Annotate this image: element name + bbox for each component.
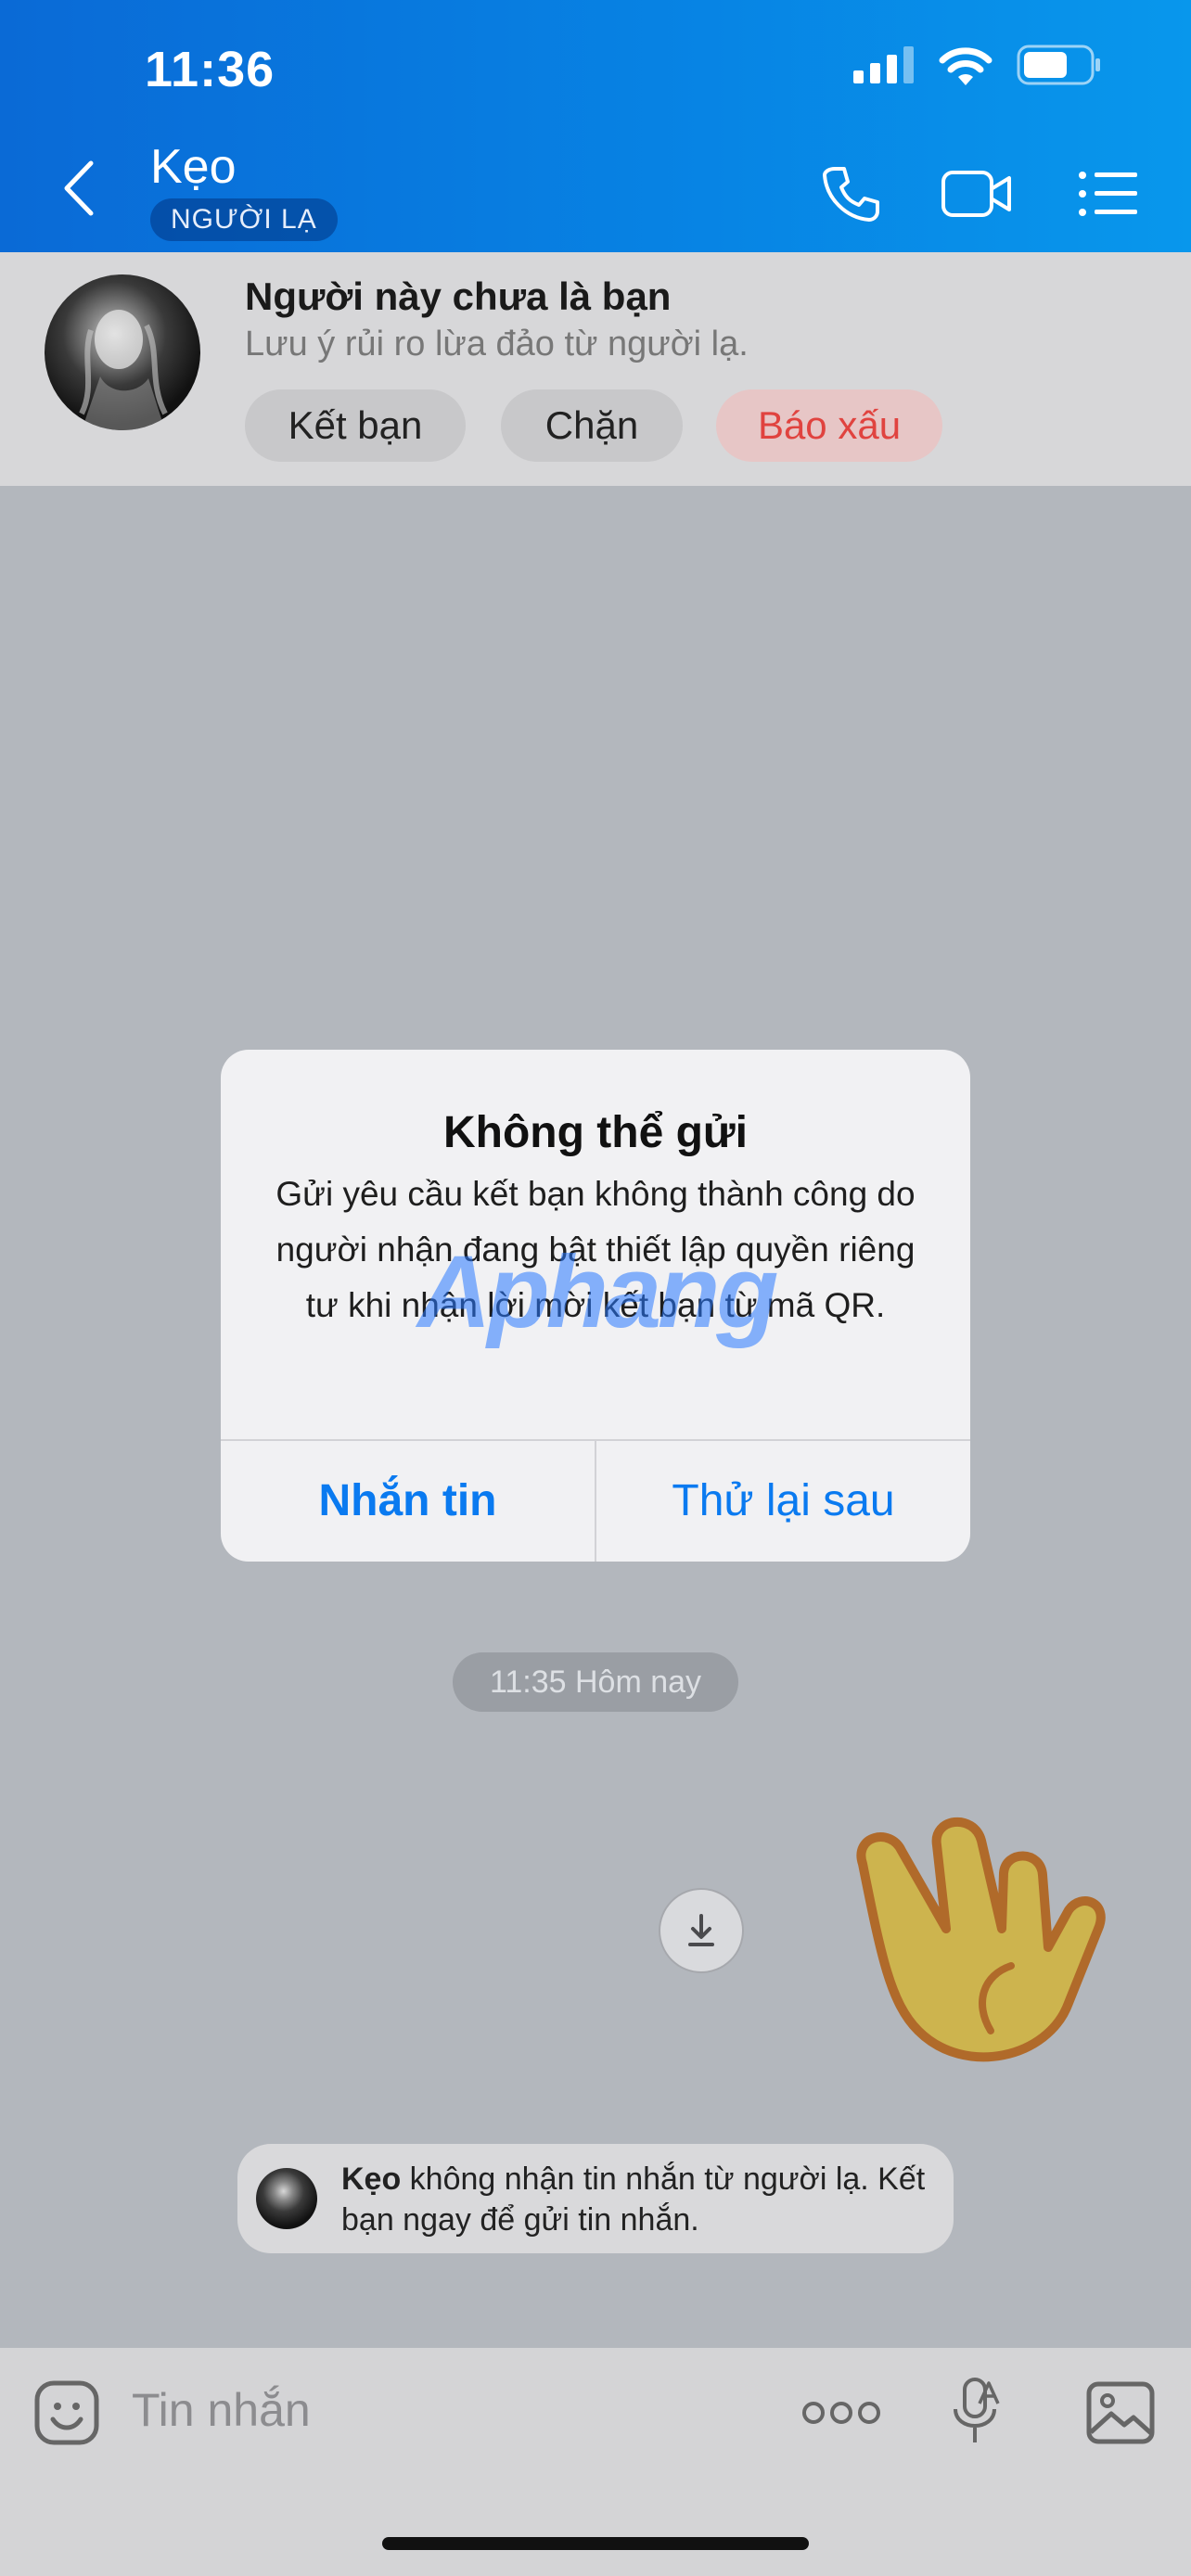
chat-header: 11:36 Kẹo NGƯỜI LẠ	[0, 0, 1191, 252]
more-options-button[interactable]	[800, 2374, 883, 2452]
video-camera-icon	[941, 171, 1011, 217]
notice-contact-name: Kẹo	[341, 2162, 402, 2197]
notice-text: Kẹo không nhận tin nhắn từ người lạ. Kết…	[341, 2159, 944, 2240]
voice-to-text-mic-icon	[954, 2378, 1000, 2442]
add-friend-button[interactable]: Kết bạn	[245, 389, 466, 462]
try-later-button[interactable]: Thử lại sau	[596, 1441, 970, 1562]
banner-subtitle: Lưu ý rủi ro lừa đảo từ người lạ.	[245, 325, 749, 363]
image-picker-button[interactable]	[1082, 2374, 1159, 2452]
waving-hand-icon	[856, 1817, 1106, 2062]
contact-name[interactable]: Kẹo	[150, 139, 237, 195]
sticker-button[interactable]	[28, 2374, 106, 2452]
download-button[interactable]	[659, 1888, 744, 1973]
notice-message: không nhận tin nhắn từ người lạ. Kết bạn…	[341, 2162, 926, 2238]
chat-options-button[interactable]	[1072, 158, 1145, 230]
notice-avatar	[256, 2168, 317, 2229]
cellular-signal-icon	[853, 46, 914, 83]
block-button[interactable]: Chặn	[501, 389, 683, 462]
stranger-notice: Kẹo không nhận tin nhắn từ người lạ. Kết…	[237, 2144, 954, 2253]
home-indicator	[382, 2537, 809, 2550]
waving-hand-sticker[interactable]	[826, 1790, 1122, 2086]
battery-icon	[1017, 45, 1100, 85]
download-icon	[688, 1914, 714, 1946]
message-timestamp: 11:35 Hôm nay	[453, 1652, 738, 1712]
message-input[interactable]: Tin nhắn	[132, 2383, 311, 2437]
banner-title: Người này chưa là bạn	[245, 274, 672, 318]
status-icons	[853, 45, 1102, 85]
avatar[interactable]	[45, 274, 200, 430]
report-button[interactable]: Báo xấu	[716, 389, 942, 462]
back-button[interactable]	[56, 156, 102, 221]
stranger-badge: NGƯỜI LẠ	[150, 198, 338, 241]
more-dots-icon	[802, 2402, 880, 2424]
message-button[interactable]: Nhắn tin	[221, 1441, 595, 1562]
voice-input-button[interactable]	[937, 2374, 1015, 2452]
phone-icon	[823, 167, 879, 222]
dialog-title: Không thể gửi	[442, 1108, 749, 1157]
watermark: Aphang	[417, 1235, 778, 1349]
image-gallery-icon	[1086, 2381, 1155, 2444]
video-call-button[interactable]	[941, 158, 1013, 230]
avatar-portrait-image	[79, 310, 168, 430]
wifi-icon	[939, 47, 992, 85]
back-chevron-icon	[64, 160, 94, 216]
voice-call-button[interactable]	[814, 158, 887, 230]
status-time: 11:36	[145, 42, 275, 97]
emoji-sticker-icon	[34, 2380, 99, 2445]
list-menu-icon	[1079, 172, 1137, 216]
